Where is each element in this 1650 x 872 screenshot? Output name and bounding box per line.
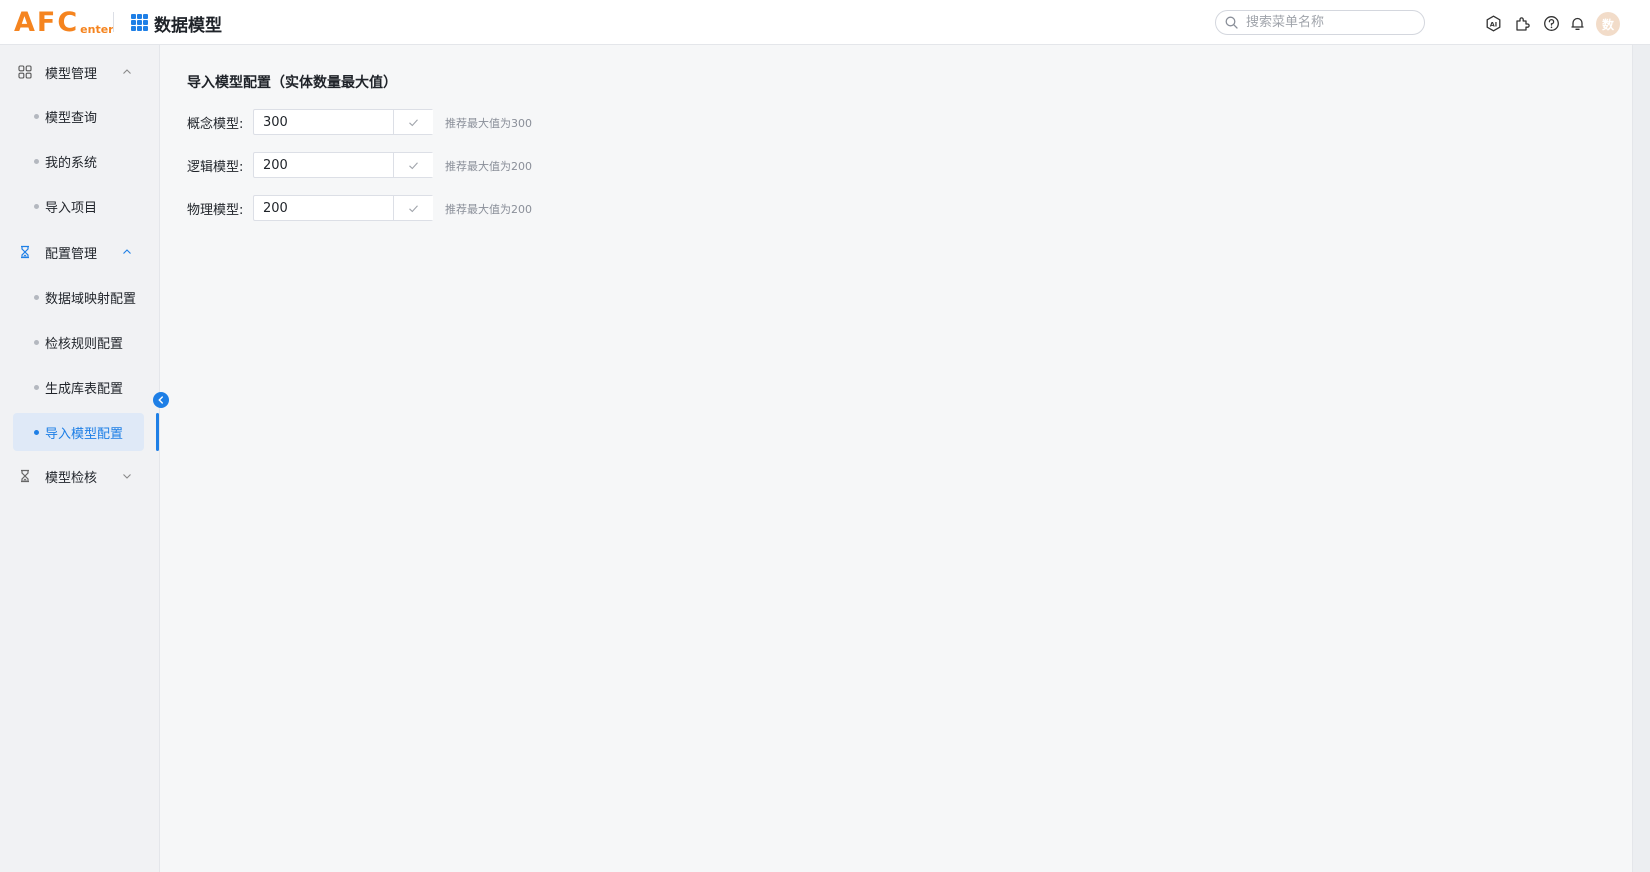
chevron-left-icon [158, 396, 163, 404]
hint-text: 推荐最大值为300 [445, 117, 532, 130]
sidebar-item-label: 数据域映射配置 [45, 292, 137, 307]
hourglass-icon [21, 245, 29, 259]
sidebar-item-my-system[interactable]: 我的系统 [13, 142, 144, 180]
ai-icon[interactable]: AI [1485, 15, 1502, 32]
sidebar-item-label: 我的系统 [45, 156, 98, 171]
confirm-button[interactable] [393, 153, 433, 177]
plugin-icon[interactable] [1514, 15, 1531, 32]
confirm-button[interactable] [393, 196, 433, 220]
search-input[interactable] [1246, 13, 1416, 32]
menu-search[interactable] [1215, 10, 1425, 35]
check-icon [409, 161, 418, 169]
sidebar: 模型管理 模型查询 我的系统 导入项目 配置管理 数据域映射配置 检核规则配置 [0, 45, 160, 872]
physical-model-field [253, 195, 433, 221]
sidebar-item-label: 生成库表配置 [45, 382, 124, 397]
conceptual-model-input[interactable] [263, 113, 383, 131]
bullet-dot [34, 204, 39, 209]
field-label: 物理模型: [187, 203, 244, 218]
chevron-up-icon [123, 69, 131, 74]
sidebar-item-label: 检核规则配置 [45, 337, 124, 352]
field-label: 概念模型: [187, 117, 244, 132]
sidebar-item-import-project[interactable]: 导入项目 [13, 187, 144, 225]
menu-group-model-check[interactable]: 模型检核 [0, 459, 160, 493]
check-icon [409, 118, 418, 126]
bullet-dot [34, 159, 39, 164]
sidebar-item-label: 导入项目 [45, 201, 98, 216]
svg-text:AI: AI [1490, 20, 1497, 28]
help-icon[interactable] [1543, 15, 1560, 32]
field-label: 逻辑模型: [187, 160, 244, 175]
hint-text: 推荐最大值为200 [445, 203, 532, 216]
sidebar-item-label: 导入模型配置 [45, 427, 124, 442]
grid-icon [18, 65, 32, 79]
chevron-up-icon [123, 249, 131, 254]
app-grid-icon[interactable] [131, 14, 148, 31]
sidebar-item-model-query[interactable]: 模型查询 [13, 97, 144, 135]
bullet-dot [34, 295, 39, 300]
bullet-dot [34, 114, 39, 119]
search-icon [1225, 16, 1238, 29]
top-header: AFC enter 数据模型 AI 数 [0, 0, 1650, 45]
logical-model-input[interactable] [263, 156, 383, 174]
sidebar-item-generate-tables[interactable]: 生成库表配置 [13, 368, 144, 406]
sidebar-item-data-domain-mapping[interactable]: 数据域映射配置 [13, 278, 144, 316]
bell-icon[interactable] [1569, 15, 1586, 32]
bullet-dot [34, 340, 39, 345]
logo-text: AFC [14, 7, 80, 38]
header-divider [113, 12, 114, 32]
bullet-dot [34, 385, 39, 390]
sidebar-item-import-model-config[interactable]: 导入模型配置 [13, 413, 144, 451]
scrollbar-track[interactable] [1632, 45, 1650, 872]
hourglass-icon [21, 469, 29, 483]
page-title: 导入模型配置（实体数量最大值） [187, 75, 397, 91]
logo-subtext: enter [80, 23, 114, 36]
hint-text: 推荐最大值为200 [445, 160, 532, 173]
conceptual-model-field [253, 109, 433, 135]
menu-group-label: 模型管理 [45, 66, 98, 82]
app-title: 数据模型 [154, 16, 222, 36]
physical-model-input[interactable] [263, 199, 383, 217]
chevron-down-icon [123, 474, 131, 479]
menu-group-label: 模型检核 [45, 470, 98, 486]
check-icon [409, 204, 418, 212]
confirm-button[interactable] [393, 110, 433, 134]
logical-model-field [253, 152, 433, 178]
main-content: 导入模型配置（实体数量最大值） 概念模型: 推荐最大值为300 逻辑模型: 推荐… [160, 45, 1632, 872]
menu-group-label: 配置管理 [45, 246, 98, 262]
afc-logo[interactable]: AFC enter [14, 6, 114, 38]
menu-group-model-management[interactable]: 模型管理 [0, 55, 160, 89]
bullet-dot [34, 430, 39, 435]
sidebar-collapse-button[interactable] [153, 392, 169, 408]
user-avatar[interactable]: 数 [1596, 12, 1620, 36]
active-indicator [156, 413, 159, 451]
sidebar-item-check-rules[interactable]: 检核规则配置 [13, 323, 144, 361]
sidebar-item-label: 模型查询 [45, 111, 98, 126]
menu-group-config-management[interactable]: 配置管理 [0, 235, 160, 269]
